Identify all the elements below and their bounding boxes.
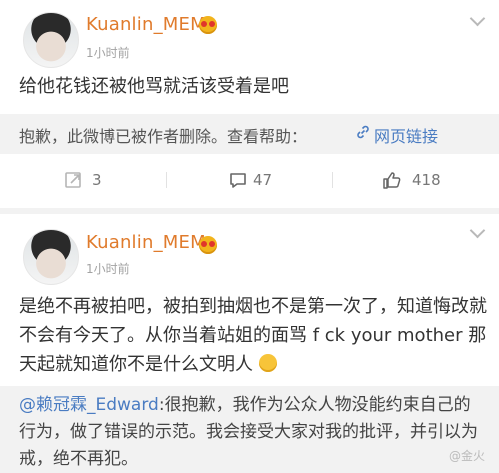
weibo-post-2: Kuanlin_MEM 1小时前 是绝不再被拍吧，被拍到抽烟也不是第一次了，知道… — [0, 214, 499, 472]
repost-button[interactable]: 3 — [60, 160, 170, 200]
post-text: 给他花钱还被他骂就活该受着是吧 — [19, 76, 289, 97]
avatar[interactable] — [23, 12, 79, 68]
comment-icon — [230, 173, 246, 188]
avatar[interactable] — [23, 229, 79, 285]
deleted-notice: 抱歉，此微博已被作者删除。查看帮助： 网页链接 — [0, 114, 499, 154]
post-time: 1小时前 — [86, 262, 130, 276]
post-toolbar: 3 47 418 — [0, 160, 499, 200]
username[interactable]: Kuanlin_MEM — [86, 232, 206, 253]
chevron-down-icon[interactable] — [469, 222, 486, 239]
like-count: 418 — [412, 171, 441, 189]
username[interactable]: Kuanlin_MEM — [86, 14, 206, 35]
repost-count: 3 — [92, 171, 102, 189]
comment-count: 47 — [253, 171, 273, 189]
deleted-notice-text: 抱歉，此微博已被作者删除。查看帮助： — [19, 127, 308, 146]
mention-link[interactable]: @赖冠霖_Edward — [19, 395, 159, 415]
post-text: 是绝不再被拍吧，被拍到抽烟也不是第一次了，知道悔改就不会有今天了。从你当着站姐的… — [19, 292, 489, 379]
quoted-post-text: @赖冠霖_Edward:很抱歉，我作为公众人物没能约束自己的行为，做了错误的示范… — [19, 392, 487, 473]
post-text-body: 是绝不再被拍吧，被拍到抽烟也不是第一次了，知道悔改就不会有今天了。从你当着站姐的… — [19, 296, 487, 375]
smile-emoji-icon — [258, 354, 277, 372]
emoji-icon — [199, 16, 217, 34]
emoji-icon — [199, 236, 217, 254]
repost-icon — [65, 172, 81, 188]
web-link[interactable]: 网页链接 — [374, 123, 438, 147]
watermark: @金火 — [448, 449, 485, 463]
thumbs-up-icon — [383, 172, 401, 189]
quoted-post[interactable]: @赖冠霖_Edward:很抱歉，我作为公众人物没能约束自己的行为，做了错误的示范… — [0, 386, 499, 472]
divider — [166, 172, 167, 188]
link-icon[interactable] — [355, 124, 371, 140]
chevron-down-icon[interactable] — [469, 10, 486, 27]
post-time: 1小时前 — [86, 46, 130, 60]
like-button[interactable]: 418 — [380, 160, 490, 200]
comment-button[interactable]: 47 — [222, 160, 332, 200]
divider — [332, 172, 333, 188]
weibo-post-1: Kuanlin_MEM 1小时前 给他花钱还被他骂就活该受着是吧 抱歉，此微博已… — [0, 0, 499, 208]
